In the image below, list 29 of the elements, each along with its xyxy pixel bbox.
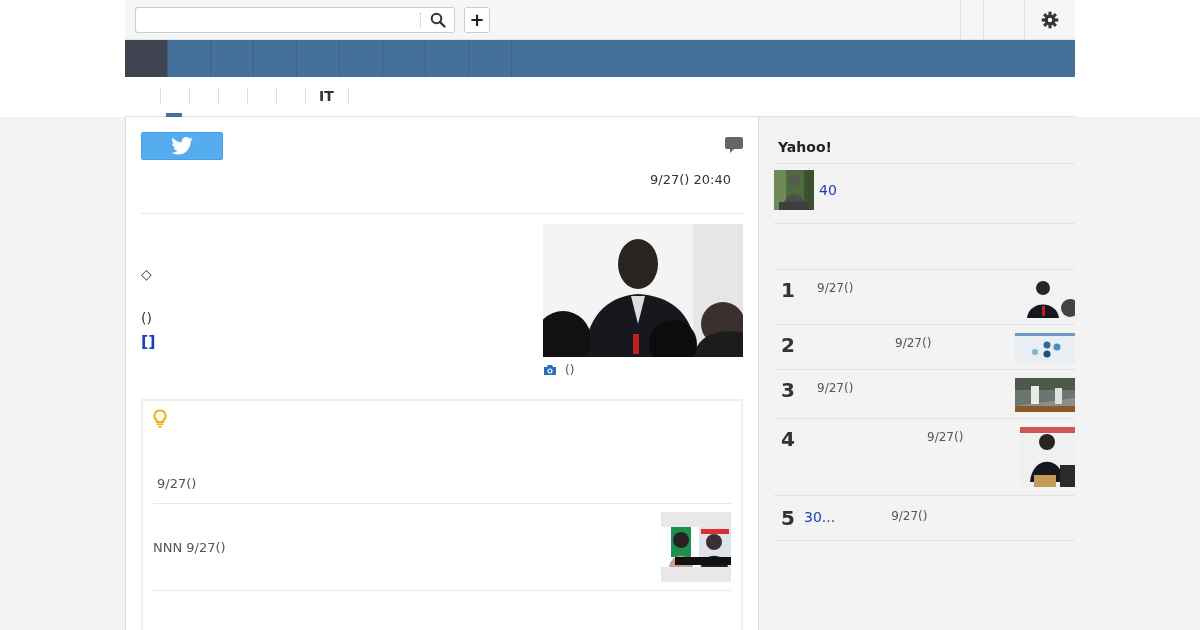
ranking-date: 9/27() [927,430,964,444]
ranking-date: 9/27() [895,336,932,350]
ranking-link[interactable]: 30... [804,509,836,525]
rank-number: 1 [781,278,796,302]
sidebar-heading: Yahoo! [774,117,1075,164]
twitter-share-button[interactable] [141,132,223,160]
comment-icon[interactable] [725,137,743,153]
ranking-date: 9/27() [817,381,854,395]
ranking-date: 9/27() [891,509,928,523]
search-icon[interactable] [430,11,446,28]
rank-number: 4 [781,427,796,451]
settings-icon[interactable] [1041,10,1059,29]
ranking-date: 9/27() [817,281,854,295]
photo-caption: () [565,363,575,377]
feature-link[interactable]: 40 [819,182,837,198]
rank-number: 2 [781,333,796,357]
nav-tab[interactable] [125,40,168,77]
bird-icon [171,137,193,155]
lightbulb-icon [153,409,167,428]
related-article-meta: NNN 9/27() [153,539,226,555]
camera-icon [543,364,557,376]
add-button[interactable]: + [464,6,490,33]
rank-number: 3 [781,378,796,402]
search-field[interactable] [135,6,455,33]
article-timestamp: 9/27() 20:40 [649,172,732,187]
source-link[interactable]: [] [141,332,156,351]
article-text: () [141,310,152,326]
article-text: ◇ [141,266,152,282]
related-article-meta: 9/27() [156,475,197,491]
